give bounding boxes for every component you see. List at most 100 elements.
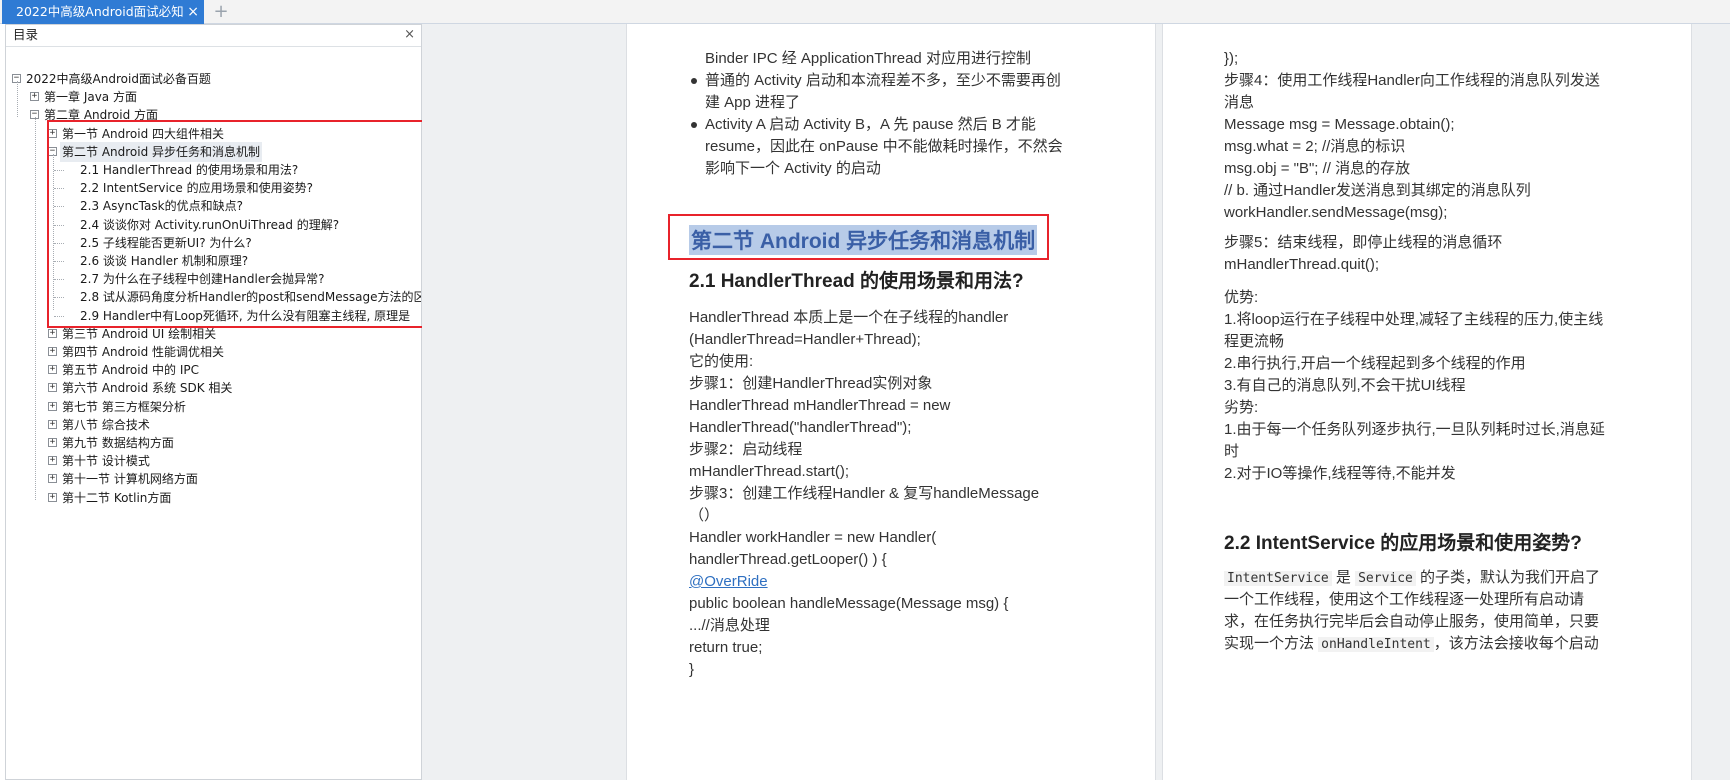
new-tab-icon[interactable]: +	[212, 1, 230, 23]
toc-section-7[interactable]: + 第七节 第三方框架分析	[6, 397, 421, 417]
body-text-line: 2.对于IO等操作,线程等待,不能并发	[1224, 465, 1456, 482]
document-tab-title: 2022中高级Android面试必知百	[16, 4, 184, 19]
body-text-line: return true;	[689, 639, 763, 656]
toc-root-label: 2022中高级Android面试必备百题	[26, 72, 211, 86]
close-sidebar-icon[interactable]: ×	[404, 25, 415, 45]
text-span: ，该方法会接收每个启动	[1433, 635, 1599, 652]
toc-section-12[interactable]: + 第十二节 Kotlin方面	[6, 488, 421, 508]
bullet-text-line: 建 App 进程了	[705, 94, 801, 111]
expand-icon[interactable]: +	[48, 347, 57, 356]
body-text-line: handlerThread.getLooper() ) {	[689, 551, 887, 568]
expand-icon[interactable]: +	[48, 365, 57, 375]
body-text-line: 1.将loop运行在子线程中处理,减轻了主线程的压力,使主线	[1224, 311, 1604, 328]
toc-section-5-label: 第五节 Android 中的 IPC	[62, 363, 199, 378]
body-text-line: （）	[689, 507, 720, 524]
body-text-line: mHandlerThread.start();	[689, 463, 850, 480]
toc-section-10[interactable]: + 第十节 设计模式	[6, 451, 421, 471]
text-span: 实现一个方法	[1224, 635, 1319, 652]
body-text-line: ...//消息处理	[689, 617, 770, 634]
expand-icon[interactable]: +	[48, 474, 57, 484]
body-text-line: // b. 通过Handler发送消息到其绑定的消息队列	[1224, 182, 1531, 199]
toc-chapter-java-label: 第一章 Java 方面	[44, 90, 137, 105]
body-text-line: msg.obj = "B"; // 消息的存放	[1224, 160, 1411, 177]
text-span: 求，在任务执行完毕后会自动停止服务，使用简单，只要	[1224, 613, 1600, 630]
expand-icon[interactable]: +	[48, 419, 57, 429]
toc-section-4-label: 第四节 Android 性能调优相关	[62, 345, 225, 359]
body-text-line: 劣势:	[1224, 399, 1259, 416]
toc-section-5[interactable]: + 第五节 Android 中的 IPC	[6, 360, 421, 380]
page-right: }); 步骤4：使用工作线程Handler向工作线程的消息队列发送 消息 Messag…	[1162, 24, 1692, 780]
toc-chapter-java[interactable]: + 第一章 Java 方面	[6, 87, 421, 107]
expand-icon[interactable]: +	[48, 383, 57, 393]
expand-icon[interactable]: +	[48, 401, 57, 411]
toc-section-8[interactable]: + 第八节 综合技术	[6, 415, 421, 435]
expand-icon[interactable]: +	[48, 328, 57, 338]
body-text-line: 步骤3：创建工作线程Handler & 复写handleMessage	[689, 485, 1040, 502]
toc-section-6-label: 第六节 Android 系统 SDK 相关	[62, 381, 233, 396]
text-span: 一个工作线程，使用这个工作线程逐一处理所有启动请	[1224, 591, 1585, 608]
body-text-line: 求，在任务执行完毕后会自动停止服务，使用简单，只要	[1224, 610, 1599, 634]
inline-code: IntentService	[1224, 571, 1332, 586]
toc-section-7-label: 第七节 第三方框架分析	[62, 399, 186, 414]
annotation-highlight-box	[47, 120, 447, 328]
body-text-line: 程更流畅	[1224, 333, 1285, 350]
expand-icon[interactable]: +	[48, 492, 57, 502]
body-text-line: });	[1224, 50, 1239, 67]
inline-code: onHandleIntent	[1318, 637, 1434, 652]
body-text-line: 步骤5：结束线程，即停止线程的消息循环	[1224, 234, 1503, 251]
bullet-text-line: Activity A 启动 Activity B，A 先 pause 然后 B …	[705, 116, 1036, 133]
text-span: 的子类，默认为我们开启了	[1415, 569, 1601, 586]
body-text-line: (HandlerThread=Handler+Thread);	[689, 331, 921, 348]
body-text-line: 它的使用:	[689, 353, 754, 370]
toc-header: 目录 ×	[6, 25, 421, 47]
body-text-line: 步骤2：启动线程	[689, 441, 803, 458]
body-text-line: 实现一个方法 onHandleIntent ，该方法会接收每个启动	[1224, 632, 1599, 657]
body-text-line: 1.由于每一个任务队列逐步执行,一旦队列耗时过长,消息延	[1224, 421, 1605, 438]
page-left: Binder IPC 经 ApplicationThread 对应用进行控制普通…	[626, 24, 1156, 780]
bullet-dot	[691, 122, 697, 128]
toc-root[interactable]: −2022中高级Android面试必备百题	[6, 69, 421, 89]
toc-section-11[interactable]: + 第十一节 计算机网络方面	[6, 469, 421, 489]
inline-code: Service	[1355, 571, 1416, 586]
text-span: 是	[1331, 569, 1356, 586]
body-text-line: 优势:	[1224, 289, 1259, 306]
expand-icon[interactable]: +	[48, 456, 57, 466]
body-text-line: mHandlerThread.quit();	[1224, 256, 1380, 273]
body-text-line: 消息	[1224, 94, 1255, 111]
toc-title: 目录	[13, 27, 39, 42]
body-text-line: Handler workHandler = new Handler(	[689, 529, 937, 546]
body-text-line: Binder IPC 经 ApplicationThread 对应用进行控制	[705, 50, 1031, 67]
toc-section-10-label: 第十节 设计模式	[62, 454, 150, 469]
body-text-line: msg.what = 2; //消息的标识	[1224, 138, 1406, 155]
toc-section-8-label: 第八节 综合技术	[62, 417, 150, 432]
body-text-line: HandlerThread mHandlerThread = new	[689, 397, 951, 414]
toc-section-9[interactable]: + 第九节 数据结构方面	[6, 433, 421, 453]
expand-icon[interactable]: +	[48, 438, 57, 447]
body-text-line: workHandler.sendMessage(msg);	[1224, 204, 1448, 221]
toc-section-9-label: 第九节 数据结构方面	[62, 436, 174, 450]
body-text-line: 步骤4：使用工作线程Handler向工作线程的消息队列发送	[1224, 72, 1600, 89]
close-tab-icon[interactable]: ×	[187, 0, 199, 24]
heading-annotation-box	[668, 214, 1049, 260]
toc-section-4[interactable]: + 第四节 Android 性能调优相关	[6, 342, 421, 362]
body-text-line: 步骤1：创建HandlerThread实例对象	[689, 375, 933, 392]
body-text-line: 2.串行执行,开启一个线程起到多个线程的作用	[1224, 355, 1526, 372]
subheading-2-1: 2.1 HandlerThread 的使用场景和用法?	[689, 271, 1024, 292]
body-text-line: public boolean handleMessage(Message msg…	[689, 595, 1009, 612]
body-text-line: 一个工作线程，使用这个工作线程逐一处理所有启动请	[1224, 588, 1584, 612]
body-text-line: }	[689, 661, 695, 678]
expand-icon[interactable]: +	[30, 92, 39, 102]
body-text-line: Message msg = Message.obtain();	[1224, 116, 1455, 133]
override-link[interactable]: @OverRide	[689, 570, 768, 594]
body-text-line: 时	[1224, 443, 1240, 460]
subheading-2-2: 2.2 IntentService 的应用场景和使用姿势?	[1224, 533, 1582, 554]
document-viewer: Binder IPC 经 ApplicationThread 对应用进行控制普通…	[422, 24, 1730, 780]
bullet-text-line: 影响下一个 Activity 的启动	[705, 160, 881, 177]
toc-section-6[interactable]: + 第六节 Android 系统 SDK 相关	[6, 378, 421, 398]
bullet-text-line: resume，因此在 onPause 中不能做耗时操作，不然会	[705, 138, 1063, 155]
body-text-line: HandlerThread("handlerThread");	[689, 419, 912, 436]
bullet-text-line: 普通的 Activity 启动和本流程差不多，至少不需要再创	[705, 72, 1061, 89]
toc-section-11-label: 第十一节 计算机网络方面	[62, 472, 198, 487]
document-tab[interactable]: 2022中高级Android面试必知百 ×	[2, 0, 204, 24]
toc-section-12-label: 第十二节 Kotlin方面	[62, 490, 172, 505]
